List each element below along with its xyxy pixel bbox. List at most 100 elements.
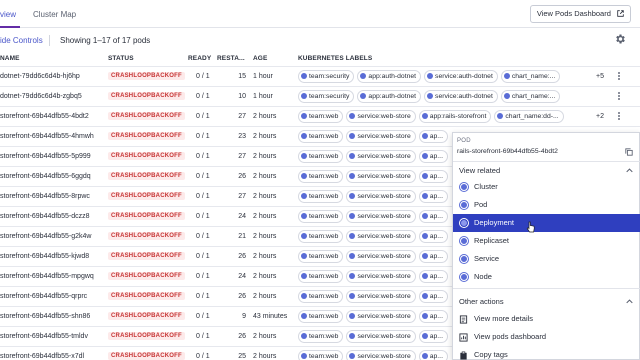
label-pill[interactable]: team:web [298, 150, 344, 163]
label-pill[interactable]: team:web [298, 230, 344, 243]
table-row[interactable]: storefront-69b44dfb55-4bdt2 CRASHLOOPBACK… [0, 106, 640, 126]
pod-name[interactable]: dotnet-79dd6c6d4b-zgbq5 [0, 93, 82, 100]
label-pill[interactable]: team:web [298, 110, 344, 123]
label-pill[interactable]: team:security [298, 70, 355, 83]
view-pods-dashboard-button[interactable]: View Pods Dashboard [529, 5, 631, 23]
label-pill[interactable]: ap... [418, 330, 448, 343]
gear-icon[interactable] [614, 33, 626, 45]
pod-name[interactable]: storefront-69b44dfb55-shn86 [0, 313, 90, 320]
related-item-replicaset[interactable]: Replicaset [453, 232, 640, 250]
table-row[interactable]: dotnet-79dd6c6d4b-zgbq5 CRASHLOOPBACKOFF 0… [0, 86, 640, 106]
label-pill[interactable]: ap... [418, 190, 448, 203]
label-text: ap... [429, 353, 443, 360]
label-pill[interactable]: ap... [418, 250, 448, 263]
label-pill[interactable]: service:web-store [346, 230, 416, 243]
other-actions-header[interactable]: Other actions [459, 297, 504, 306]
label-pill[interactable]: chart_name:... [500, 90, 561, 103]
pod-name[interactable]: storefront-69b44dfb55-kjwd8 [0, 253, 89, 260]
related-item-deployment[interactable]: Deployment [453, 214, 640, 232]
pod-name[interactable]: storefront-69b44dfb55-dczz8 [0, 213, 90, 220]
label-pill[interactable]: service:web-store [346, 130, 416, 143]
label-pill[interactable]: team:web [298, 310, 344, 323]
chevron-up-icon[interactable] [626, 167, 633, 174]
label-pill[interactable]: ap... [418, 210, 448, 223]
label-pill[interactable]: app:rails-storefront [418, 110, 492, 123]
label-pill[interactable]: service:web-store [346, 150, 416, 163]
label-pill[interactable]: ap... [418, 290, 448, 303]
copy-tags-action[interactable]: Copy tags [453, 346, 640, 360]
label-pill[interactable]: service:web-store [346, 330, 416, 343]
tab-cluster-map[interactable]: Cluster Map [33, 10, 76, 19]
label-pill[interactable]: service:auth-dotnet [424, 90, 498, 103]
table-row[interactable]: dotnet-79dd6c6d4b-hj6hp CRASHLOOPBACKOFF 0… [0, 66, 640, 86]
label-pill[interactable]: service:web-store [346, 270, 416, 283]
label-pill[interactable]: service:auth-dotnet [424, 70, 498, 83]
label-pill[interactable]: service:web-store [346, 170, 416, 183]
pod-name[interactable]: storefront-69b44dfb55-4bdt2 [0, 113, 89, 120]
label-pill[interactable]: service:web-store [346, 290, 416, 303]
label-pill[interactable]: team:web [298, 190, 344, 203]
label-pill[interactable]: ap... [418, 170, 448, 183]
related-item-node[interactable]: Node [453, 268, 640, 286]
pod-name[interactable]: storefront-69b44dfb55-mpgwq [0, 273, 94, 280]
pod-name[interactable]: storefront-69b44dfb55-tmldv [0, 333, 88, 340]
column-header-labels[interactable]: KUBERNETES LABELS [298, 55, 372, 62]
pod-name[interactable]: storefront-69b44dfb55-8rpwc [0, 193, 90, 200]
pod-age: 2 hours [253, 333, 277, 340]
tab-overview[interactable]: view [0, 10, 16, 19]
column-header-status[interactable]: STATUS [108, 55, 134, 62]
label-pill[interactable]: service:web-store [346, 310, 416, 323]
pod-name[interactable]: storefront-69b44dfb55-5p999 [0, 153, 91, 160]
row-actions-icon[interactable] [614, 91, 624, 103]
column-header-restarts[interactable]: RESTA... [217, 55, 245, 62]
resource-icon [460, 255, 468, 263]
label-pill[interactable]: ap... [418, 350, 448, 360]
label-pill[interactable]: team:web [298, 270, 344, 283]
row-actions-icon[interactable] [614, 71, 624, 83]
more-labels-count[interactable]: +5 [596, 73, 604, 80]
label-pill[interactable]: team:web [298, 350, 344, 360]
label-pill[interactable]: chart_name:dd-... [494, 110, 564, 123]
label-pill[interactable]: team:web [298, 130, 344, 143]
label-pill[interactable]: chart_name:... [500, 70, 561, 83]
pod-name[interactable]: storefront-69b44dfb55-g2k4w [0, 233, 91, 240]
pod-name[interactable]: storefront-69b44dfb55-x7dl [0, 353, 84, 360]
label-pill[interactable]: team:web [298, 330, 344, 343]
more-labels-count[interactable]: +2 [596, 113, 604, 120]
label-pill[interactable]: app:auth-dotnet [357, 90, 422, 103]
chevron-up-icon[interactable] [626, 298, 633, 305]
label-pill[interactable]: app:auth-dotnet [357, 70, 422, 83]
view-pods-dashboard-action[interactable]: View pods dashboard [453, 328, 640, 346]
label-pill[interactable]: ap... [418, 130, 448, 143]
label-pill[interactable]: service:web-store [346, 250, 416, 263]
column-header-name[interactable]: NAME [0, 55, 20, 62]
label-pill[interactable]: ap... [418, 310, 448, 323]
label-pill[interactable]: team:web [298, 170, 344, 183]
hide-controls-link[interactable]: ide Controls [0, 36, 43, 45]
pod-name[interactable]: storefront-69b44dfb55-4hmwh [0, 133, 94, 140]
label-pill[interactable]: service:web-store [346, 110, 416, 123]
pod-name[interactable]: storefront-69b44dfb55-6ggdq [0, 173, 91, 180]
copy-tags-label: Copy tags [474, 350, 508, 359]
label-pill[interactable]: team:web [298, 290, 344, 303]
label-pill[interactable]: team:web [298, 250, 344, 263]
label-pill[interactable]: service:web-store [346, 190, 416, 203]
copy-icon[interactable] [625, 148, 633, 156]
label-pill[interactable]: team:web [298, 210, 344, 223]
label-pill[interactable]: service:web-store [346, 350, 416, 360]
label-pill[interactable]: ap... [418, 150, 448, 163]
pod-name[interactable]: storefront-69b44dfb55-qrprc [0, 293, 87, 300]
view-related-header[interactable]: View related [459, 166, 500, 175]
label-pill[interactable]: ap... [418, 270, 448, 283]
related-item-cluster[interactable]: Cluster [453, 178, 640, 196]
view-more-details-action[interactable]: View more details [453, 310, 640, 328]
label-pill[interactable]: team:security [298, 90, 355, 103]
related-item-service[interactable]: Service [453, 250, 640, 268]
related-item-pod[interactable]: Pod [453, 196, 640, 214]
column-header-age[interactable]: AGE [253, 55, 267, 62]
label-pill[interactable]: service:web-store [346, 210, 416, 223]
column-header-ready[interactable]: READY [188, 55, 211, 62]
row-actions-icon[interactable] [614, 111, 624, 123]
pod-name[interactable]: dotnet-79dd6c6d4b-hj6hp [0, 73, 80, 80]
label-pill[interactable]: ap... [418, 230, 448, 243]
